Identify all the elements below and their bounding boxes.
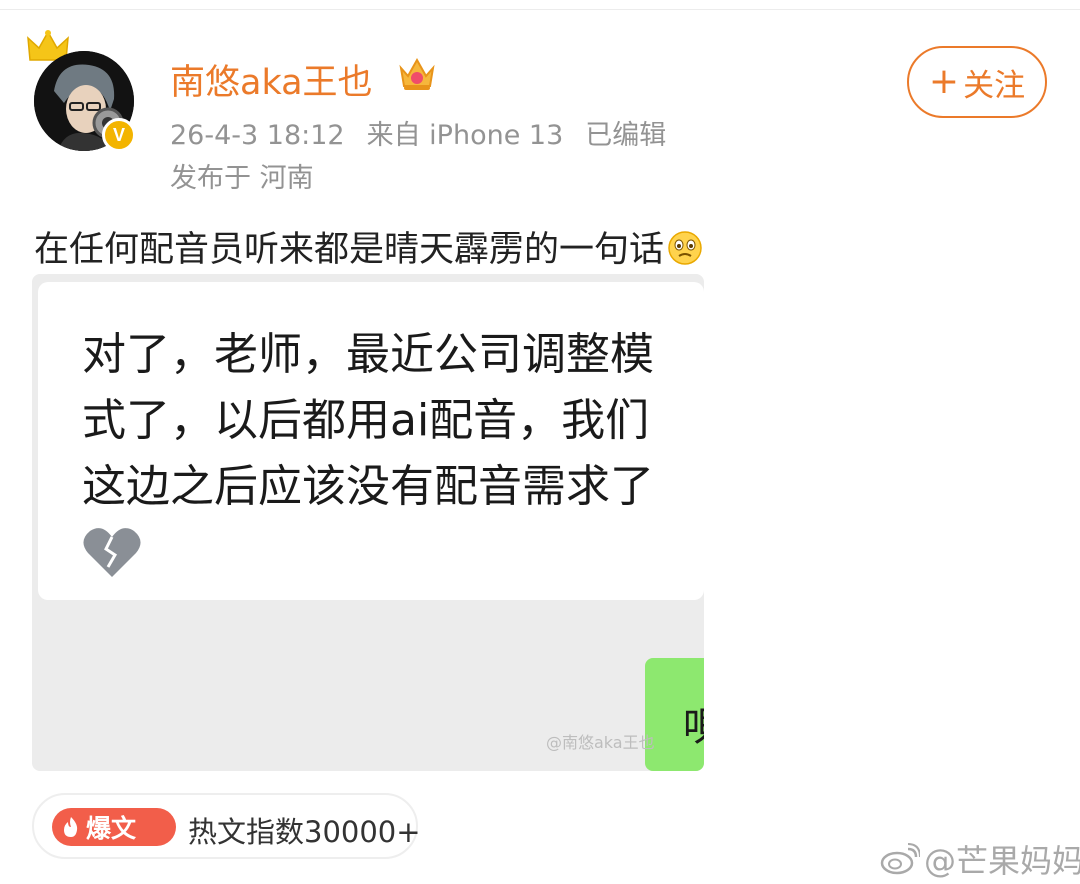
reply-bubble: 唄 bbox=[645, 658, 704, 771]
corner-watermark: @芒果妈妈 bbox=[880, 836, 1080, 882]
post-source: 来自 iPhone 13 bbox=[366, 120, 564, 151]
edited-label[interactable]: 已编辑 bbox=[585, 120, 666, 151]
hot-tag: 爆文 bbox=[52, 808, 176, 846]
corner-watermark-text: @芒果妈妈 bbox=[924, 842, 1080, 880]
chat-bubble: 对了，老师，最近公司调整模式了，以后都用ai配音，我们这边之后应该没有配音需求了 bbox=[38, 282, 704, 600]
hot-index-text: 热文指数30000+ bbox=[188, 815, 421, 849]
user-name[interactable]: 南悠aka王也 bbox=[170, 54, 373, 105]
follow-button[interactable]: + 关注 bbox=[907, 46, 1047, 118]
post-text: 在任何配音员听来都是晴天霹雳的一句话 bbox=[34, 221, 704, 272]
follow-label: 关注 bbox=[963, 67, 1026, 104]
emoji-icon bbox=[668, 231, 702, 265]
vip-crown-icon bbox=[399, 57, 435, 90]
fire-icon bbox=[64, 817, 78, 837]
top-divider bbox=[0, 0, 1080, 10]
post-meta: 26-4-3 18:12 来自 iPhone 13 已编辑 bbox=[170, 113, 688, 152]
reply-text: 唄 bbox=[683, 704, 704, 750]
verified-label: V bbox=[112, 124, 125, 145]
hot-index-badge[interactable]: 爆文 热文指数30000+ bbox=[32, 793, 421, 859]
hot-tag-label: 爆文 bbox=[86, 814, 137, 843]
chat-message-text: 对了，老师，最近公司调整模式了，以后都用ai配音，我们这边之后应该没有配音需求了 bbox=[82, 329, 654, 512]
chat-message: 对了，老师，最近公司调整模式了，以后都用ai配音，我们这边之后应该没有配音需求了 bbox=[82, 322, 662, 586]
post-image[interactable]: 对了，老师，最近公司调整模式了，以后都用ai配音，我们这边之后应该没有配音需求了… bbox=[32, 274, 704, 771]
plus-icon: + bbox=[928, 61, 960, 102]
verified-icon: V bbox=[102, 118, 136, 152]
post-location: 发布于 河南 bbox=[170, 163, 314, 194]
broken-heart-icon bbox=[83, 528, 141, 577]
weibo-logo-icon bbox=[880, 843, 920, 875]
image-watermark: @南悠aka王也 bbox=[546, 733, 655, 752]
post-text-content: 在任何配音员听来都是晴天霹雳的一句话 bbox=[34, 230, 665, 270]
post-time: 26-4-3 18:12 bbox=[170, 120, 345, 151]
avatar[interactable]: V bbox=[26, 30, 138, 154]
